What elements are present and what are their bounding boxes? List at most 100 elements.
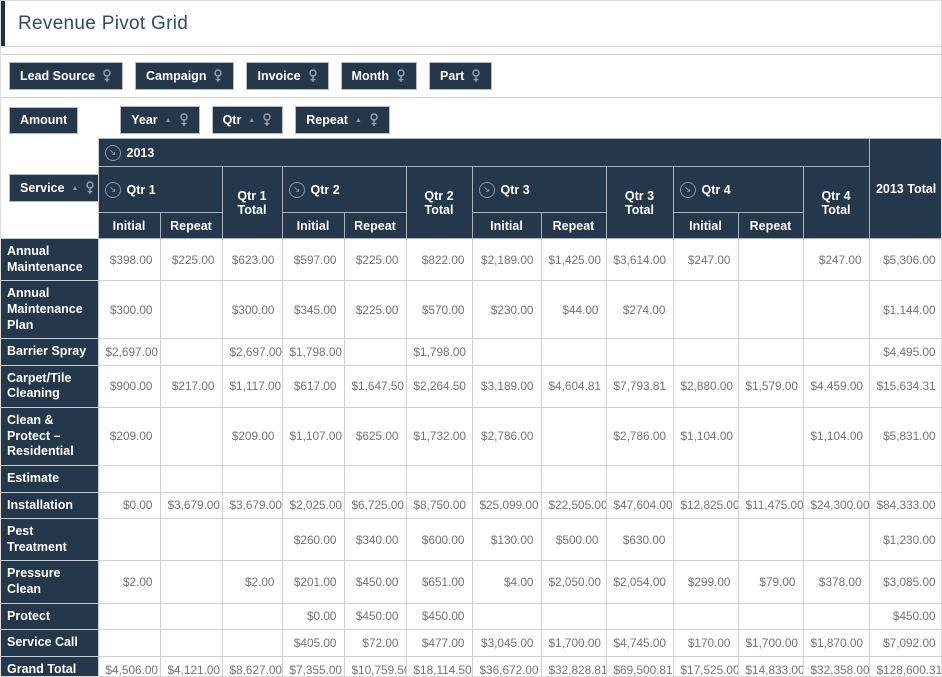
column-header-year-2013[interactable]: ↘ 2013 [97,138,870,167]
filter-icon[interactable] [471,69,481,83]
header-label: Qtr 2 [310,182,340,197]
field-label: Service [20,180,65,195]
pivot-row: Estimate [1,464,941,493]
value-cell: $1,798.00 [281,338,345,366]
column-header-qtr2-repeat: Repeat [343,212,407,239]
value-cell [221,464,283,493]
grand-total-value-cell: $84,333.00 [868,491,941,520]
data-field-amount[interactable]: Amount [9,106,79,134]
column-header-qtr2-initial: Initial [281,212,345,239]
value-cell: $2,025.00 [281,491,345,520]
column-header-qtr3-initial: Initial [471,212,542,239]
column-header-qtr1-repeat: Repeat [159,212,223,239]
column-field-qtr[interactable]: Qtr ▲ [211,106,284,134]
filter-icon[interactable] [396,69,406,83]
column-header-qtr1-total: Qtr 1 Total [221,166,283,239]
value-cell: $345.00 [281,280,345,340]
filter-fields-area: Lead Source Campaign Invoice Month Part [1,54,941,98]
collapse-icon[interactable]: ↘ [104,181,121,198]
filter-icon[interactable] [179,113,189,127]
collapse-icon[interactable]: ↘ [104,144,121,161]
value-cell [221,602,283,631]
grand-total-row-header: Grand Total [1,655,99,676]
value-cell [737,338,804,366]
value-cell: $600.00 [405,518,473,562]
column-header-2013-total: 2013 Total [868,138,941,239]
filter-icon[interactable] [85,181,95,195]
value-cell [159,518,223,562]
value-cell: $130.00 [471,518,542,562]
value-cell [159,280,223,340]
pivot-row: Protect $0.00 $450.00 $450.00 $450.00 [1,602,941,631]
value-cell: $378.00 [802,560,870,604]
row-header: Pressure Clean [1,560,99,604]
value-cell: $3,679.00 [159,491,223,520]
value-cell: $36,672.00 [471,655,542,676]
value-cell: $225.00 [159,237,223,282]
field-label: Lead Source [20,68,96,83]
column-field-repeat[interactable]: Repeat ▲ [295,106,390,134]
value-cell: $2,697.00 [221,338,283,366]
value-cell: $3,045.00 [471,629,542,657]
value-cell: $24,300.00 [802,491,870,520]
filter-icon[interactable] [262,113,272,127]
value-cell: $2,786.00 [605,407,674,466]
grand-total-value-cell: $15,634.31 [868,364,941,409]
filter-icon[interactable] [369,113,379,127]
value-cell: $4,459.00 [802,364,870,409]
row-header: Annual Maintenance Plan [1,280,99,340]
collapse-icon[interactable]: ↘ [679,181,696,198]
value-cell [221,518,283,562]
row-field-service[interactable]: Service ▲ [9,174,97,203]
value-cell [672,464,739,493]
grand-total-value-cell: $128,600.31 [868,655,941,676]
column-header-qtr3-repeat: Repeat [540,212,607,239]
filter-icon[interactable] [308,69,318,83]
collapse-icon[interactable]: ↘ [478,181,495,198]
value-cell [221,629,283,657]
value-cell: $170.00 [672,629,739,657]
value-cell: $625.00 [343,407,407,466]
value-cell: $260.00 [281,518,345,562]
page-title: Revenue Pivot Grid [18,12,189,34]
grand-total-value-cell: $1,230.00 [868,518,941,562]
value-cell: $299.00 [672,560,739,604]
filter-field-month[interactable]: Month [340,62,418,90]
row-header: Annual Maintenance [1,237,99,282]
row-header: Installation [1,491,99,520]
value-cell: $2.00 [97,560,161,604]
value-cell [672,280,739,340]
column-field-year[interactable]: Year ▲ [120,106,200,134]
value-cell [672,338,739,366]
value-cell: $22,505.00 [540,491,607,520]
field-label: Repeat [306,112,348,127]
value-cell: $17,525.00 [672,655,739,676]
row-header: Pest Treatment [1,518,99,562]
value-cell [802,602,870,631]
column-header-qtr1[interactable]: ↘ Qtr 1 [97,166,223,213]
column-header-qtr4[interactable]: ↘ Qtr 4 [672,166,804,213]
pivot-body: Annual Maintenance $398.00 $225.00 $623.00 $… [1,237,941,676]
grand-total-row: Grand Total $4,506.00 $4,121.00 $8,627.00 $7… [1,655,941,676]
grand-total-value-cell: $450.00 [868,602,941,631]
column-header-qtr3[interactable]: ↘ Qtr 3 [471,166,607,213]
value-cell [159,602,223,631]
filter-field-invoice[interactable]: Invoice [246,62,329,90]
column-header-qtr2[interactable]: ↘ Qtr 2 [281,166,407,213]
filter-icon[interactable] [102,69,112,83]
value-cell: $4.00 [471,560,542,604]
filter-field-part[interactable]: Part [429,62,493,90]
value-cell: $450.00 [343,602,407,631]
pivot-row: Annual Maintenance $398.00 $225.00 $623.00 $… [1,237,941,282]
collapse-icon[interactable]: ↘ [288,181,305,198]
filter-field-campaign[interactable]: Campaign [135,62,235,90]
pivot-row: Clean & Protect – Residential $209.00 $209… [1,407,941,466]
filter-icon[interactable] [213,69,223,83]
value-cell: $570.00 [405,280,473,340]
value-cell: $405.00 [281,629,345,657]
value-cell: $4,604.81 [540,364,607,409]
value-cell [802,518,870,562]
filter-field-lead-source[interactable]: Lead Source [9,62,124,90]
value-cell [672,602,739,631]
title-bar: Revenue Pivot Grid [1,1,941,47]
